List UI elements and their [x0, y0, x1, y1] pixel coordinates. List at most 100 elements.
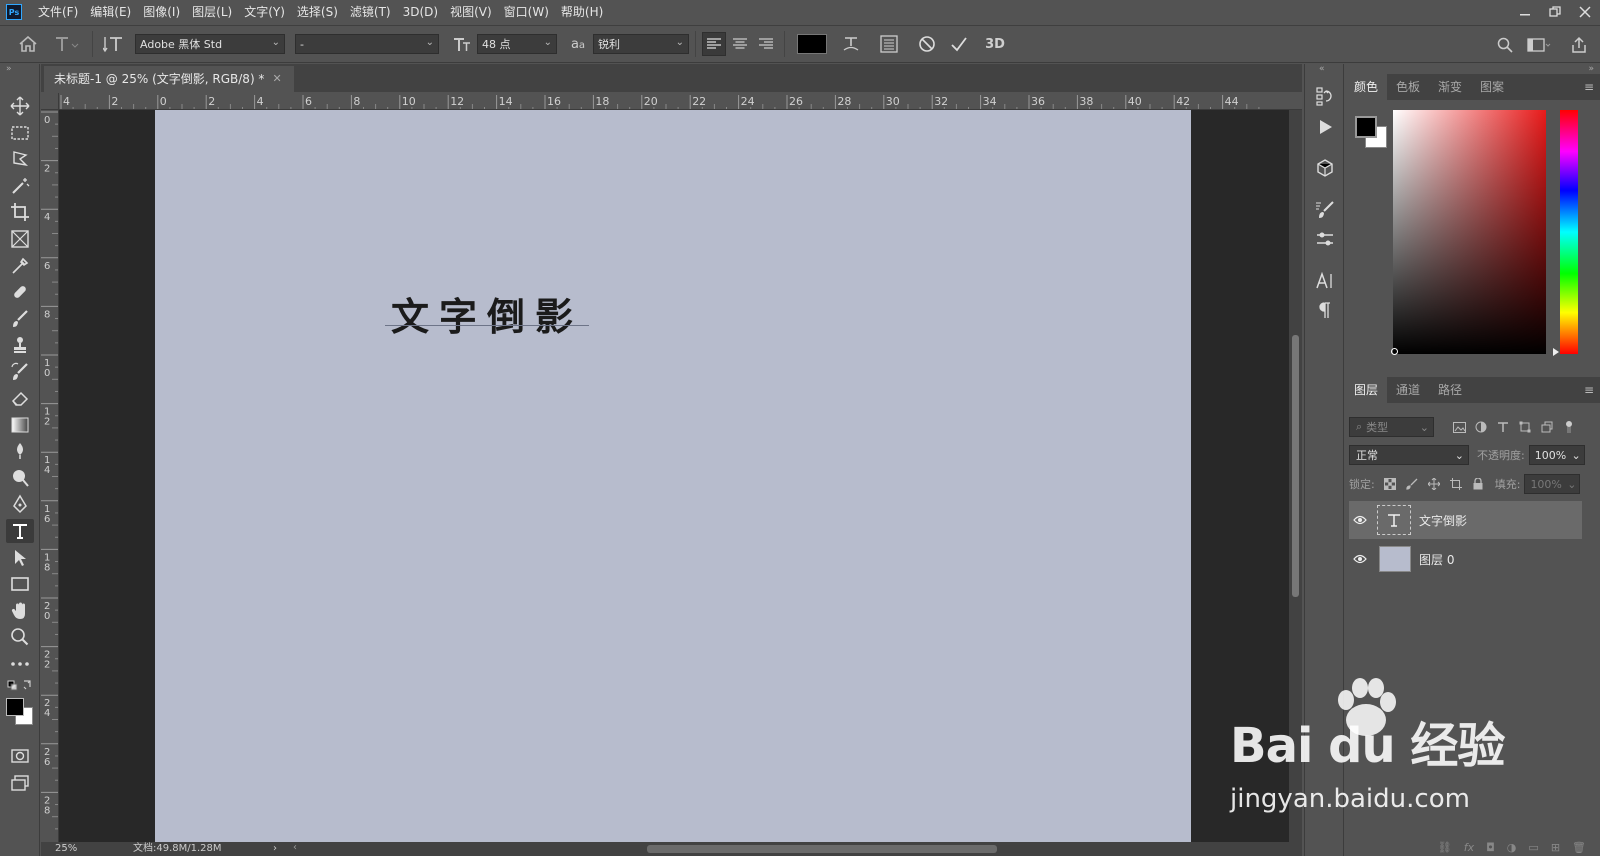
tab-channels[interactable]: 通道 — [1387, 377, 1429, 403]
text-orientation-icon[interactable] — [99, 30, 129, 58]
adjustment-layer-icon[interactable]: ◑ — [1507, 841, 1517, 854]
lock-artboard-icon[interactable] — [1445, 474, 1467, 494]
more-tools-icon[interactable] — [6, 652, 34, 676]
text-color-swatch[interactable] — [797, 34, 827, 54]
horizontal-ruler[interactable]: 4 2 0 2 4 6 8 10 12 14 16 18 20 22 24 26 28 30 32 34 36 38 40 4… — [59, 93, 1302, 110]
minimize-icon[interactable] — [1510, 0, 1540, 24]
font-size-dropdown[interactable]: 48 点 ⌄ — [477, 34, 557, 54]
character-panel-icon[interactable] — [871, 30, 907, 58]
tab-layers[interactable]: 图层 — [1345, 377, 1388, 403]
menu-window[interactable]: 窗口(W) — [498, 0, 555, 24]
menu-file[interactable]: 文件(F) — [32, 0, 84, 24]
layer-filter-dropdown[interactable]: ⌕ 类型 ⌄ — [1349, 417, 1434, 437]
move-tool-icon[interactable] — [6, 94, 34, 118]
fx-icon[interactable]: fx — [1464, 841, 1474, 854]
filter-pixel-icon[interactable] — [1448, 417, 1470, 437]
clone-stamp-tool-icon[interactable] — [6, 333, 34, 357]
collapse-panel-icon[interactable]: » — [6, 64, 12, 74]
align-left-button[interactable] — [702, 32, 726, 56]
vertical-scroll-thumb[interactable] — [1292, 335, 1299, 597]
cancel-edit-icon[interactable] — [911, 30, 943, 58]
menu-view[interactable]: 视图(V) — [444, 0, 498, 24]
path-selection-tool-icon[interactable] — [6, 546, 34, 570]
type-tool-icon[interactable] — [6, 519, 34, 543]
text-tool-preset-icon[interactable] — [48, 30, 86, 58]
layer-row-fill[interactable]: 图层 0 — [1349, 540, 1582, 578]
delete-layer-icon[interactable]: 🗑 — [1572, 841, 1586, 854]
new-layer-icon[interactable]: ⊞ — [1551, 841, 1560, 854]
marquee-tool-icon[interactable] — [6, 121, 34, 145]
document-tab[interactable]: 未标题-1 @ 25% (文字倒影, RGB/8) * ✕ — [44, 66, 294, 92]
filter-type-icon[interactable] — [1492, 417, 1514, 437]
quick-mask-icon[interactable] — [6, 744, 34, 768]
color-picker-cursor[interactable] — [1391, 348, 1398, 355]
menu-edit[interactable]: 编辑(E) — [84, 0, 137, 24]
menu-filter[interactable]: 滤镜(T) — [344, 0, 397, 24]
restore-icon[interactable] — [1540, 0, 1570, 24]
tab-color[interactable]: 颜色 — [1345, 74, 1388, 100]
collapse-panel-icon[interactable]: » — [1588, 64, 1594, 74]
menu-3d[interactable]: 3D(D) — [397, 0, 444, 24]
rectangle-tool-icon[interactable] — [6, 572, 34, 596]
brush-tool-icon[interactable] — [6, 307, 34, 331]
warp-text-icon[interactable] — [831, 30, 871, 58]
create-3d-button[interactable]: 3D — [975, 30, 1015, 58]
gradient-tool-icon[interactable] — [6, 413, 34, 437]
status-menu-icon[interactable]: › — [273, 842, 277, 856]
frame-tool-icon[interactable] — [6, 227, 34, 251]
link-layers-icon[interactable]: ⛓ — [1438, 841, 1452, 854]
lock-all-icon[interactable] — [1467, 474, 1489, 494]
adjustments-panel-icon[interactable] — [1313, 227, 1337, 251]
ruler-origin[interactable] — [41, 93, 59, 110]
zoom-level[interactable]: 25% — [55, 842, 77, 856]
tab-gradients[interactable]: 渐变 — [1429, 74, 1471, 100]
history-brush-tool-icon[interactable] — [6, 360, 34, 384]
layer-row-text[interactable]: 文字倒影 — [1349, 501, 1582, 539]
menu-help[interactable]: 帮助(H) — [555, 0, 609, 24]
vertical-scrollbar[interactable] — [1289, 110, 1302, 842]
foreground-background-colors[interactable] — [6, 698, 36, 728]
history-panel-icon[interactable] — [1313, 84, 1337, 108]
align-center-button[interactable] — [728, 32, 752, 56]
lasso-tool-icon[interactable] — [6, 147, 34, 171]
filter-adjustment-icon[interactable] — [1470, 417, 1492, 437]
pasteboard[interactable]: 文字倒影 — [59, 110, 1289, 842]
layer-name[interactable]: 图层 0 — [1419, 551, 1454, 568]
document-canvas[interactable]: 文字倒影 — [155, 110, 1191, 842]
3d-panel-icon[interactable] — [1313, 156, 1337, 180]
menu-type[interactable]: 文字(Y) — [238, 0, 291, 24]
opacity-dropdown[interactable]: 100% ⌄ — [1528, 445, 1585, 465]
filter-toggle-icon[interactable] — [1558, 417, 1580, 437]
commit-edit-icon[interactable] — [943, 30, 975, 58]
eyedropper-tool-icon[interactable] — [6, 254, 34, 278]
tab-paths[interactable]: 路径 — [1429, 377, 1471, 403]
lock-position-icon[interactable] — [1423, 474, 1445, 494]
magic-wand-tool-icon[interactable] — [6, 174, 34, 198]
add-mask-icon[interactable]: ◘ — [1486, 841, 1495, 854]
character-panel-icon[interactable] — [1313, 269, 1337, 293]
blend-mode-dropdown[interactable]: 正常 ⌄ — [1349, 445, 1469, 465]
hand-tool-icon[interactable] — [6, 599, 34, 623]
vertical-ruler[interactable]: 0246810121416182022242628 — [41, 110, 59, 842]
fill-dropdown[interactable]: 100% ⌄ — [1524, 474, 1581, 494]
collapse-panel-icon[interactable]: « — [1319, 64, 1325, 74]
new-group-icon[interactable]: ▭ — [1528, 841, 1538, 854]
antialias-dropdown[interactable]: 锐利 ⌄ — [593, 34, 689, 54]
crop-tool-icon[interactable] — [6, 200, 34, 224]
eraser-tool-icon[interactable] — [6, 386, 34, 410]
panel-menu-icon[interactable]: ≡ — [1584, 80, 1594, 94]
horizontal-scroll-thumb[interactable] — [647, 845, 997, 853]
filter-smart-object-icon[interactable] — [1536, 417, 1558, 437]
close-tab-icon[interactable]: ✕ — [272, 66, 281, 92]
screen-mode-icon[interactable] — [6, 771, 34, 795]
hue-slider[interactable] — [1560, 110, 1578, 354]
pen-tool-icon[interactable] — [6, 492, 34, 516]
menu-image[interactable]: 图像(I) — [137, 0, 186, 24]
menu-layer[interactable]: 图层(L) — [186, 0, 238, 24]
zoom-tool-icon[interactable] — [6, 625, 34, 649]
color-picker-field[interactable] — [1393, 110, 1546, 354]
font-style-dropdown[interactable]: - ⌄ — [295, 34, 439, 54]
close-window-icon[interactable] — [1570, 0, 1600, 24]
layer-name[interactable]: 文字倒影 — [1419, 512, 1467, 529]
align-right-button[interactable] — [754, 32, 778, 56]
